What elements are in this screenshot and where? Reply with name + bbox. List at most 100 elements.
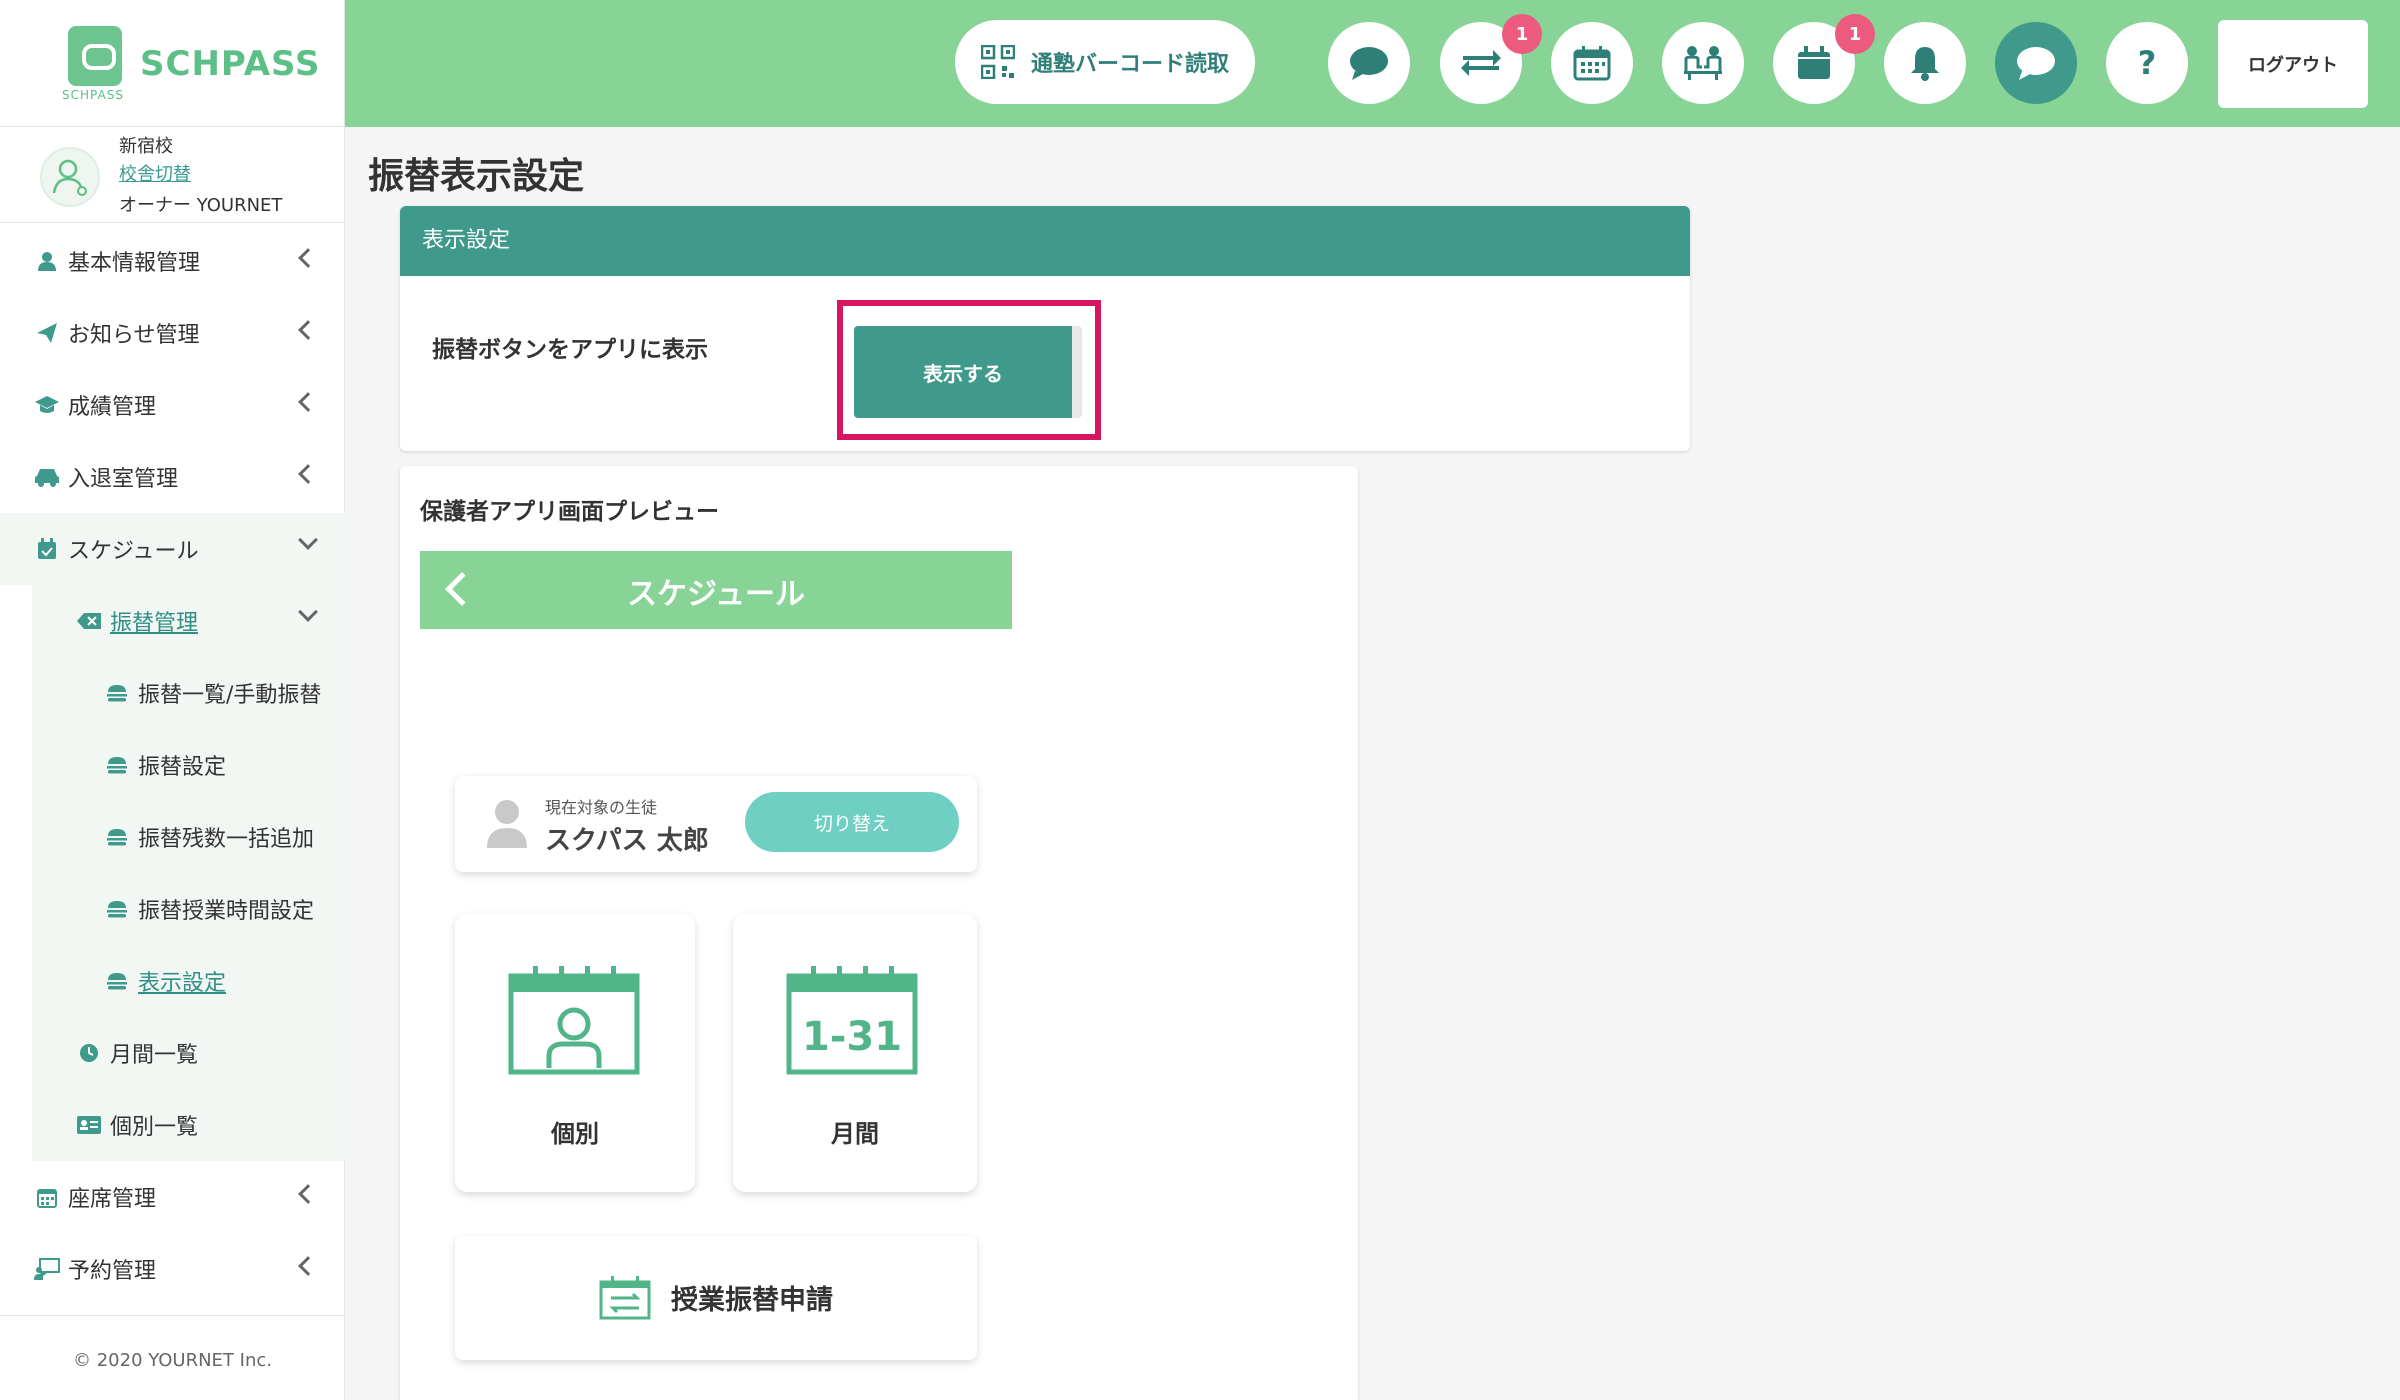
individual-tile-label: 個別 (551, 1120, 599, 1148)
sidebar-item-label: 表示設定 (138, 971, 227, 996)
help-icon: ? (2137, 44, 2157, 82)
sidebar-item-seat-management[interactable]: 座席管理 (0, 1161, 345, 1233)
chat-bubble-icon (1350, 47, 1388, 80)
show-transfer-label: 振替ボタンをアプリに表示 (432, 337, 708, 363)
profile: 新宿校 校舎切替 オーナー YOURNET (0, 127, 344, 223)
logout-button[interactable]: ログアウト (2218, 20, 2368, 108)
transfer-button[interactable]: 1 (1440, 14, 1542, 104)
chat-button[interactable] (1328, 22, 1410, 104)
sidebar: SCHPASS SCHPASS 新宿校 校舎切替 オーナー YOURNET 基本… (0, 0, 345, 1400)
student-name: スクパス 太郎 (545, 826, 709, 856)
sidebar-item-transfer-list[interactable]: 振替一覧/手動振替 (32, 657, 345, 729)
sidebar-item-individual-list[interactable]: 個別一覧 (32, 1089, 345, 1161)
transfer-request-label: 授業振替申請 (671, 1285, 833, 1316)
chevron-left-icon (298, 320, 318, 340)
bell-icon (1911, 47, 1939, 81)
user-avatar-icon (52, 159, 87, 196)
show-toggle-button[interactable]: 表示する (854, 326, 1082, 418)
chevron-left-icon (298, 392, 318, 412)
calendar-check-icon (34, 536, 60, 562)
transfer-badge: 1 (1502, 14, 1542, 54)
chevron-down-icon (298, 530, 318, 550)
monthly-tile-label: 月間 (831, 1120, 879, 1148)
app-header-title: スケジュール (627, 577, 805, 612)
calendar-month-icon: 1-31 (786, 966, 918, 1075)
chevron-left-icon (298, 248, 318, 268)
graduation-cap-icon (34, 392, 60, 418)
calendar-event-icon (1798, 46, 1830, 79)
logo-area: SCHPASS SCHPASS (0, 0, 344, 127)
preview-title: 保護者アプリ画面プレビュー (420, 499, 719, 525)
teacher-board-icon (34, 1256, 60, 1282)
sidebar-item-label: 振替管理 (110, 611, 199, 636)
sidebar-item-transfer-bulk-add[interactable]: 振替残数一括追加 (32, 801, 345, 873)
sidebar-item-label: 基本情報管理 (68, 251, 201, 276)
meeting-button[interactable] (1662, 22, 1744, 104)
sidebar-item-label: 振替設定 (138, 755, 227, 780)
hamburger-icon (104, 968, 130, 994)
brand-name: SCHPASS (140, 44, 321, 84)
clock-icon (76, 1040, 102, 1066)
message-button[interactable] (1995, 22, 2077, 104)
message-bubble-icon (2017, 47, 2055, 80)
school-switch-link[interactable]: 校舎切替 (119, 160, 191, 186)
calendar-icon (1573, 46, 1611, 81)
sidebar-item-label: 入退室管理 (68, 467, 179, 492)
sidebar-item-schedule[interactable]: スケジュール (0, 513, 345, 585)
switch-student-button[interactable]: 切り替え (745, 792, 959, 852)
sidebar-item-grades[interactable]: 成績管理 (0, 369, 345, 441)
copyright: © 2020 YOURNET Inc. (0, 1315, 345, 1400)
owner-name: オーナー YOURNET (119, 195, 283, 216)
calendar-button[interactable] (1551, 22, 1633, 104)
hamburger-icon (104, 752, 130, 778)
app-header: スケジュール (420, 551, 1012, 629)
people-meeting-icon (1684, 46, 1722, 80)
page-title: 振替表示設定 (368, 156, 585, 197)
backspace-icon (76, 608, 102, 634)
individual-tile[interactable]: 個別 (455, 914, 695, 1192)
sidebar-item-basic-info[interactable]: 基本情報管理 (0, 225, 345, 297)
sidebar-item-monthly-list[interactable]: 月間一覧 (32, 1017, 345, 1089)
sidebar-item-label: 個別一覧 (110, 1115, 199, 1140)
sidebar-item-notice[interactable]: お知らせ管理 (0, 297, 345, 369)
user-icon (34, 248, 60, 274)
sidebar-menu: 基本情報管理 お知らせ管理 成績管理 入退室管理 スケジュール 振替管理 振替一… (0, 225, 345, 1305)
sidebar-item-label: スケジュール (68, 539, 199, 564)
barcode-scan-label: 通塾バーコード読取 (1031, 52, 1230, 77)
logo-icon (68, 26, 122, 86)
chevron-left-icon (298, 464, 318, 484)
avatar (40, 147, 100, 207)
person-icon (487, 800, 527, 848)
sidebar-item-label: 振替授業時間設定 (138, 899, 315, 924)
sidebar-item-attendance[interactable]: 入退室管理 (0, 441, 345, 513)
notification-button[interactable] (1884, 22, 1966, 104)
sidebar-item-transfer-settings[interactable]: 振替設定 (32, 729, 345, 801)
monthly-tile[interactable]: 1-31 月間 (733, 914, 977, 1192)
hamburger-icon (104, 896, 130, 922)
sidebar-item-transfer-time-settings[interactable]: 振替授業時間設定 (32, 873, 345, 945)
current-student-label: 現在対象の生徒 (545, 798, 658, 817)
transfer-request-button[interactable]: 授業振替申請 (455, 1236, 977, 1360)
sidebar-item-display-settings[interactable]: 表示設定 (32, 945, 345, 1017)
topbar: 通塾バーコード読取 1 1 ? ログアウト (345, 0, 2400, 127)
app-preview-card: 保護者アプリ画面プレビュー スケジュール 現在対象の生徒 スクパス 太郎 切り替… (400, 466, 1358, 1400)
exchange-arrows-icon (1461, 50, 1501, 76)
sidebar-item-label: お知らせ管理 (68, 323, 200, 348)
help-button[interactable]: ? (2106, 22, 2188, 104)
sidebar-item-reservation[interactable]: 予約管理 (0, 1233, 345, 1305)
chevron-left-icon (298, 1184, 318, 1204)
card-header: 表示設定 (400, 206, 1690, 276)
sidebar-item-label: 月間一覧 (110, 1043, 199, 1068)
calendar-person-icon (508, 966, 640, 1075)
sidebar-item-label: 振替一覧/手動振替 (138, 683, 322, 708)
student-card: 現在対象の生徒 スクパス 太郎 切り替え (455, 776, 977, 872)
paper-plane-icon (34, 320, 60, 346)
event-button[interactable]: 1 (1773, 14, 1875, 104)
hamburger-icon (104, 680, 130, 706)
event-badge: 1 (1835, 14, 1875, 54)
car-icon (34, 464, 60, 490)
chevron-down-icon (298, 602, 318, 622)
display-settings-card: 表示設定 振替ボタンをアプリに表示 表示する (400, 206, 1690, 451)
sidebar-item-transfer-management[interactable]: 振替管理 (32, 585, 345, 657)
barcode-scan-button[interactable]: 通塾バーコード読取 (955, 20, 1255, 104)
